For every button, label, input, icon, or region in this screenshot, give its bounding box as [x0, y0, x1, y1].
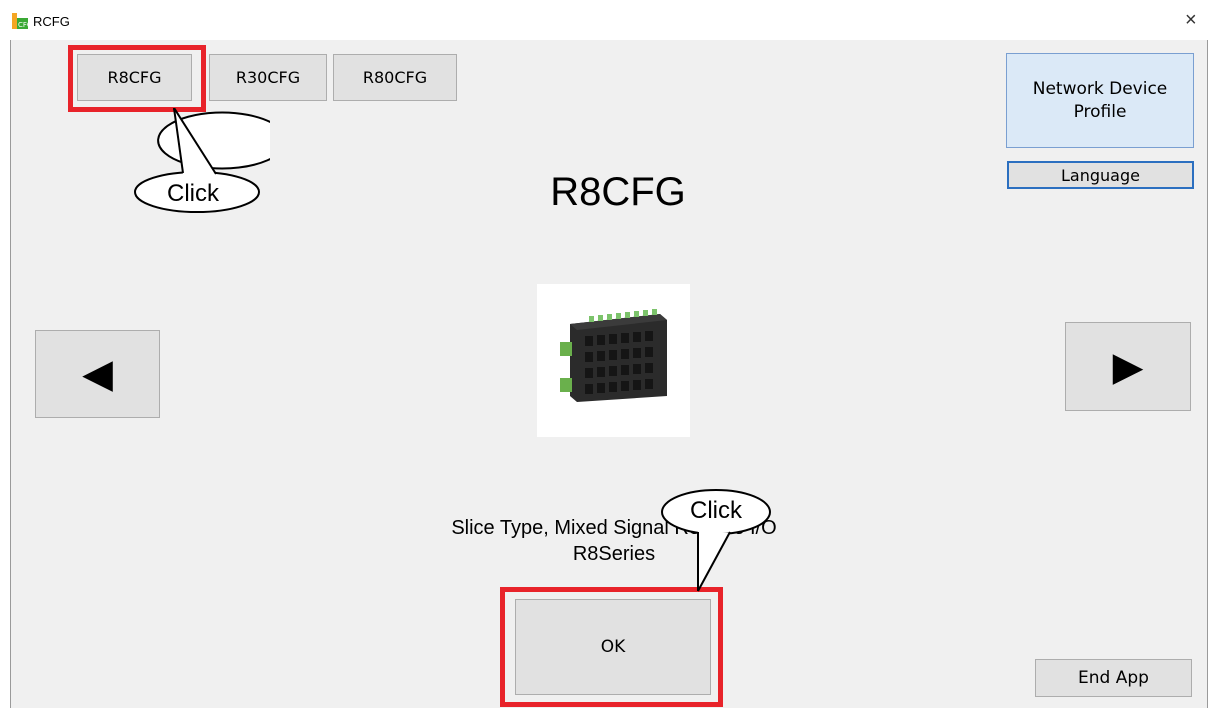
- language-button[interactable]: Language: [1007, 161, 1194, 189]
- window-title: RCFG: [33, 14, 70, 29]
- close-icon[interactable]: ×: [1185, 9, 1197, 31]
- product-description: Slice Type, Mixed Signal Remote I/O R8Se…: [300, 515, 928, 567]
- callout-text-ok: Click: [690, 497, 742, 524]
- product-image: [537, 284, 690, 437]
- title-bar: CFG RCFG ×: [0, 0, 1212, 40]
- highlight-box-tab: [68, 45, 206, 112]
- network-device-profile-button[interactable]: Network Device Profile: [1006, 53, 1194, 148]
- highlight-box-ok: [500, 587, 723, 707]
- description-line-2: R8Series: [572, 543, 656, 565]
- previous-button[interactable]: ◀: [35, 330, 160, 418]
- left-arrow-icon: ◀: [82, 351, 113, 397]
- tab-r30cfg[interactable]: R30CFG: [209, 54, 327, 101]
- product-title: R8CFG: [550, 170, 686, 214]
- svg-text:CFG: CFG: [18, 21, 28, 29]
- app-icon: CFG: [12, 13, 28, 29]
- callout-text-tab: Click: [167, 180, 219, 207]
- tab-r80cfg[interactable]: R80CFG: [333, 54, 457, 101]
- description-line-1: Slice Type, Mixed Signal Remote I/O: [451, 517, 777, 539]
- end-app-button[interactable]: End App: [1035, 659, 1192, 697]
- next-button[interactable]: ▶: [1065, 322, 1191, 411]
- io-module-picture: [560, 309, 667, 402]
- right-arrow-icon: ▶: [1112, 343, 1144, 390]
